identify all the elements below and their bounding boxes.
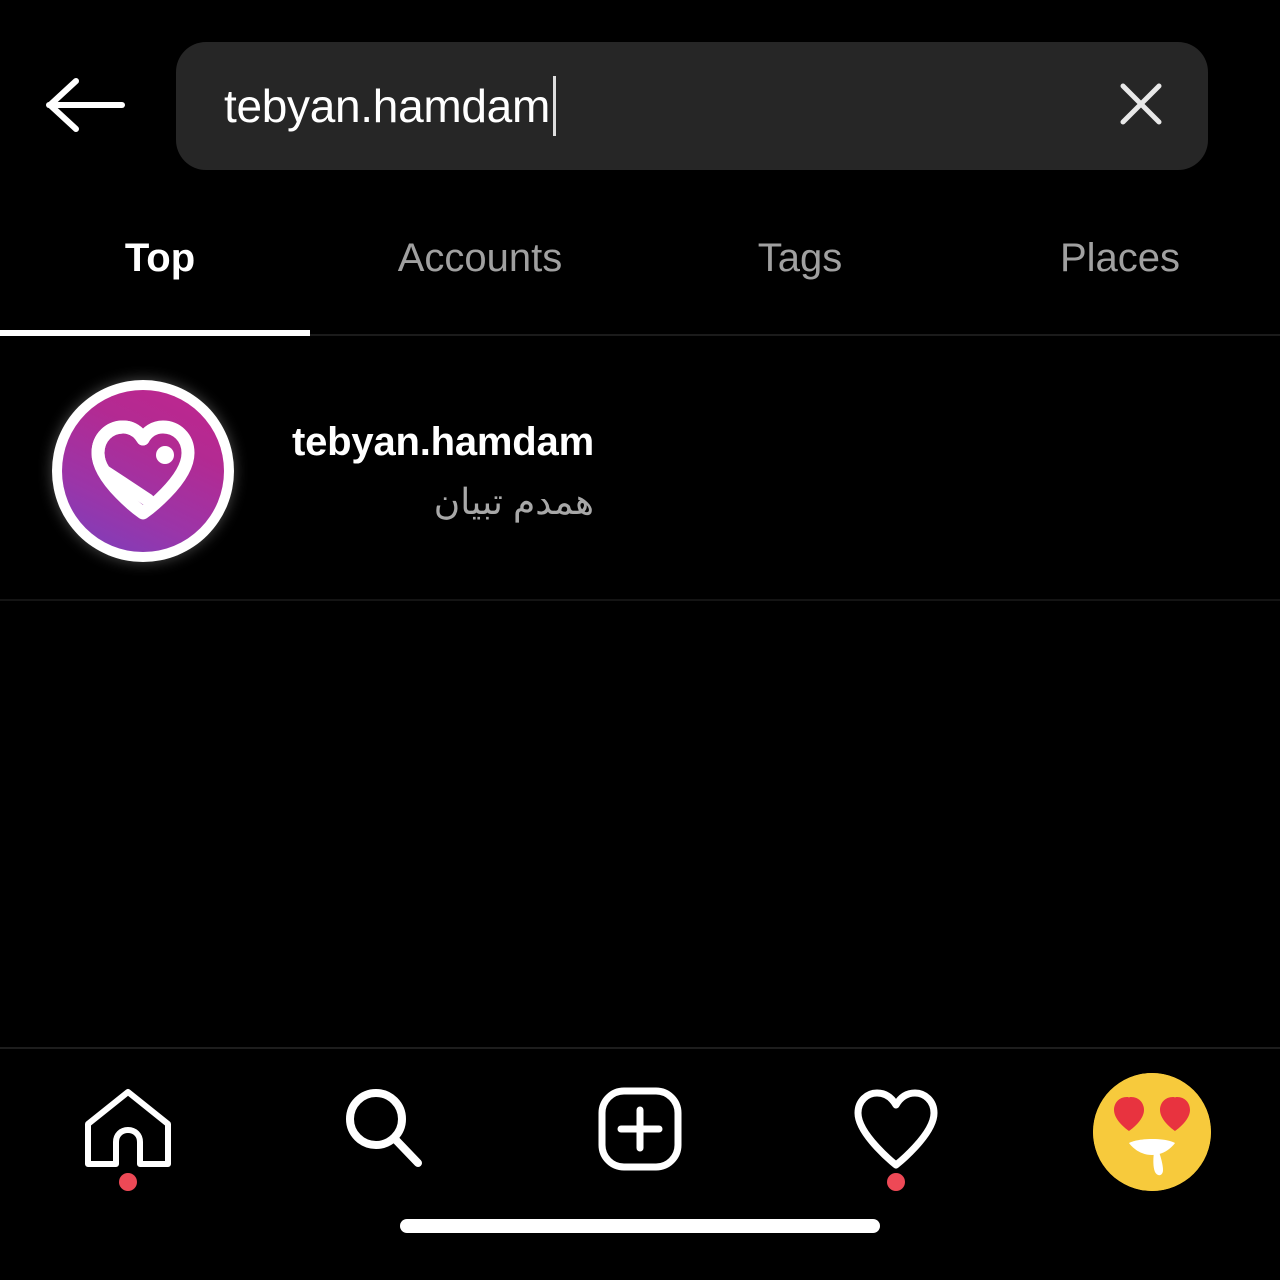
profile-avatar-emoji xyxy=(1093,1072,1211,1191)
search-result-row[interactable]: tebyan.hamdam همدم تبیان xyxy=(0,345,1280,597)
tab-top[interactable]: Top xyxy=(0,206,320,278)
nav-item-home[interactable] xyxy=(0,1049,256,1214)
nav-item-activity[interactable] xyxy=(768,1049,1024,1214)
arrow-left-icon xyxy=(40,72,126,138)
activity-icon-box xyxy=(841,1077,951,1191)
search-input-value-wrap: tebyan.hamdam xyxy=(224,76,1104,136)
bottom-navigation-bar xyxy=(0,1049,1280,1214)
result-username: tebyan.hamdam xyxy=(292,420,594,465)
search-result-texts: tebyan.hamdam همدم تبیان xyxy=(292,419,594,522)
heart-icon xyxy=(848,1085,944,1178)
avatar-image xyxy=(62,390,224,552)
text-cursor xyxy=(552,76,556,136)
search-icon xyxy=(338,1083,430,1180)
search-header: tebyan.hamdam xyxy=(0,0,1280,200)
search-icon-box xyxy=(329,1077,439,1187)
close-x-icon xyxy=(1113,76,1169,137)
clear-search-button[interactable] xyxy=(1104,69,1178,143)
plus-square-icon xyxy=(595,1084,685,1179)
nav-item-search[interactable] xyxy=(256,1049,512,1214)
create-icon-box xyxy=(585,1077,695,1187)
search-input[interactable]: tebyan.hamdam xyxy=(176,42,1208,170)
activity-badge-dot xyxy=(887,1172,905,1191)
logo-heart-icon xyxy=(84,415,202,528)
tab-places-label: Places xyxy=(1059,236,1181,280)
search-input-value: tebyan.hamdam xyxy=(224,80,550,132)
nav-item-create[interactable] xyxy=(512,1049,768,1214)
result-fullname: همدم تبیان xyxy=(433,481,594,523)
instagram-search-screen: tebyan.hamdam Top Accounts Tags Places t… xyxy=(0,0,1280,1280)
tab-tags-label: Tags xyxy=(757,236,843,280)
home-badge-dot xyxy=(119,1172,137,1191)
back-button[interactable] xyxy=(28,60,138,150)
home-icon-box xyxy=(73,1077,183,1191)
tab-accounts[interactable]: Accounts xyxy=(320,206,640,278)
search-tabs: Top Accounts Tags Places xyxy=(0,206,1280,338)
home-icon xyxy=(80,1084,176,1179)
nav-item-profile[interactable] xyxy=(1024,1049,1280,1214)
results-empty-area xyxy=(0,601,1280,1047)
tab-tags[interactable]: Tags xyxy=(640,206,960,278)
tab-accounts-label: Accounts xyxy=(397,236,563,280)
tab-places[interactable]: Places xyxy=(960,206,1280,278)
avatar[interactable] xyxy=(52,380,234,562)
tab-active-indicator xyxy=(0,330,310,336)
home-indicator xyxy=(400,1219,880,1233)
tab-top-label: Top xyxy=(124,236,196,280)
